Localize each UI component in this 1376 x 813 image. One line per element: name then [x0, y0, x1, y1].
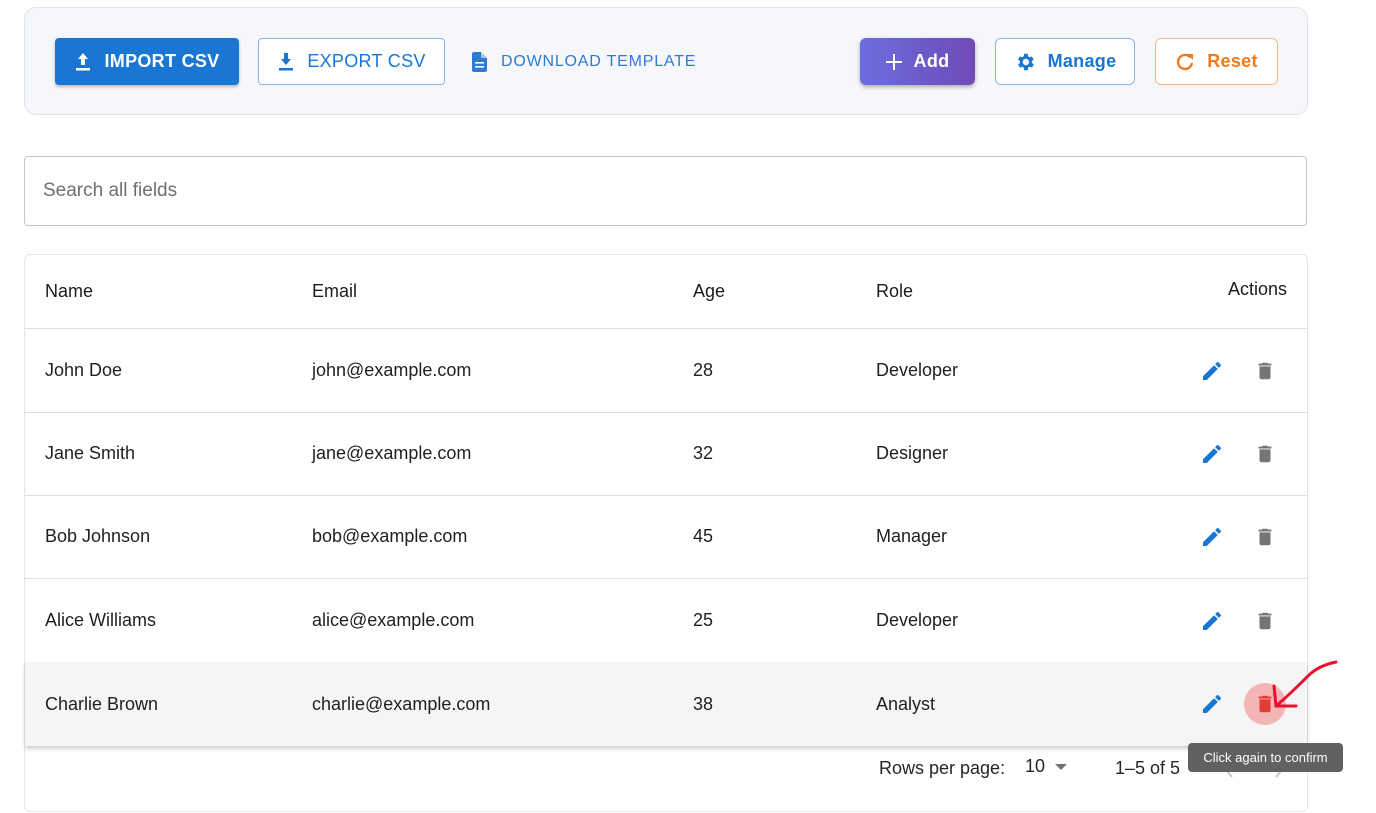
column-header-email[interactable]: Email [312, 255, 357, 328]
rows-per-page-select[interactable]: 10 [1025, 756, 1068, 777]
data-table: Name Email Age Role Actions John Doe joh… [24, 254, 1308, 812]
trash-icon [1258, 445, 1272, 462]
edit-button[interactable] [1191, 516, 1233, 558]
search-field [24, 156, 1307, 226]
pencil-icon [1203, 694, 1222, 713]
pagination: Rows per page: 10 1–5 of 5 [25, 745, 1307, 811]
delete-button[interactable] [1244, 350, 1286, 392]
plus-icon [885, 53, 902, 70]
add-label: Add [913, 51, 950, 71]
table-header-row: Name Email Age Role Actions [25, 255, 1307, 329]
column-header-actions: Actions [1227, 279, 1287, 299]
cell-age: 28 [693, 360, 714, 380]
delete-button[interactable] [1244, 600, 1286, 642]
manage-label: Manage [1047, 51, 1117, 71]
trash-icon [1258, 612, 1272, 629]
pencil-icon [1203, 527, 1222, 546]
pencil-icon [1203, 444, 1222, 463]
refresh-icon [1177, 53, 1194, 70]
cell-email: bob@example.com [312, 526, 468, 546]
export-csv-button[interactable]: EXPORT CSV [258, 38, 445, 85]
upload-icon [76, 52, 91, 70]
toolbar: IMPORT CSV EXPORT CSV DOWNLOAD TEMPLATE … [24, 7, 1308, 115]
delete-button[interactable] [1244, 433, 1286, 475]
annotation-arrow-icon [1272, 660, 1338, 708]
cell-age: 25 [693, 610, 714, 630]
cell-role: Manager [876, 526, 948, 546]
download-icon [279, 52, 294, 70]
column-header-name[interactable]: Name [45, 255, 93, 328]
trash-icon [1258, 528, 1272, 545]
cell-age: 38 [693, 693, 714, 714]
table-row[interactable]: Charlie Brown charlie@example.com 38 Ana… [25, 662, 1307, 746]
rows-per-page-label: Rows per page: [879, 758, 1006, 778]
add-button[interactable]: Add [860, 38, 975, 85]
cell-name: Alice Williams [45, 610, 157, 630]
cell-name: Charlie Brown [45, 693, 159, 714]
cell-age: 32 [693, 443, 714, 463]
cell-role: Analyst [876, 693, 936, 714]
cell-role: Designer [876, 443, 949, 463]
cell-name: John Doe [45, 360, 123, 380]
cell-email: jane@example.com [312, 443, 472, 463]
cell-role: Developer [876, 610, 959, 630]
trash-icon [1258, 362, 1272, 379]
edit-button[interactable] [1191, 600, 1233, 642]
import-csv-label: IMPORT CSV [104, 51, 220, 71]
export-csv-label: EXPORT CSV [307, 51, 426, 71]
column-header-role[interactable]: Role [876, 255, 913, 328]
cell-name: Bob Johnson [45, 526, 151, 546]
rows-per-page-value: 10 [1025, 756, 1046, 776]
download-template-label: DOWNLOAD TEMPLATE [501, 53, 697, 70]
cell-role: Developer [876, 360, 959, 380]
cell-email: john@example.com [312, 360, 472, 380]
cell-name: Jane Smith [45, 443, 136, 463]
table-row[interactable]: Bob Johnson bob@example.com 45 Manager [25, 495, 1307, 579]
confirm-delete-tooltip: Click again to confirm [1188, 743, 1343, 772]
table-row[interactable]: Alice Williams alice@example.com 25 Deve… [25, 579, 1307, 663]
reset-button[interactable]: Reset [1155, 38, 1278, 85]
download-template-button[interactable]: DOWNLOAD TEMPLATE [471, 42, 697, 82]
pencil-icon [1203, 611, 1222, 630]
search-input[interactable] [41, 157, 1281, 225]
pencil-icon [1203, 361, 1222, 380]
import-csv-button[interactable]: IMPORT CSV [55, 38, 239, 85]
page-range: 1–5 of 5 [1115, 758, 1181, 778]
edit-button[interactable] [1191, 350, 1233, 392]
dropdown-arrow-icon [1055, 763, 1068, 770]
column-header-age[interactable]: Age [693, 255, 725, 328]
delete-button[interactable] [1244, 516, 1286, 558]
table-row[interactable]: John Doe john@example.com 28 Developer [25, 329, 1307, 413]
cell-age: 45 [693, 526, 714, 546]
manage-button[interactable]: Manage [995, 38, 1135, 85]
gear-icon [1017, 53, 1034, 70]
table-row[interactable]: Jane Smith jane@example.com 32 Designer [25, 412, 1307, 496]
document-icon [472, 52, 487, 72]
edit-button[interactable] [1191, 433, 1233, 475]
cell-email: alice@example.com [312, 610, 475, 630]
edit-button[interactable] [1191, 683, 1233, 725]
reset-label: Reset [1207, 51, 1258, 71]
cell-email: charlie@example.com [312, 693, 491, 714]
